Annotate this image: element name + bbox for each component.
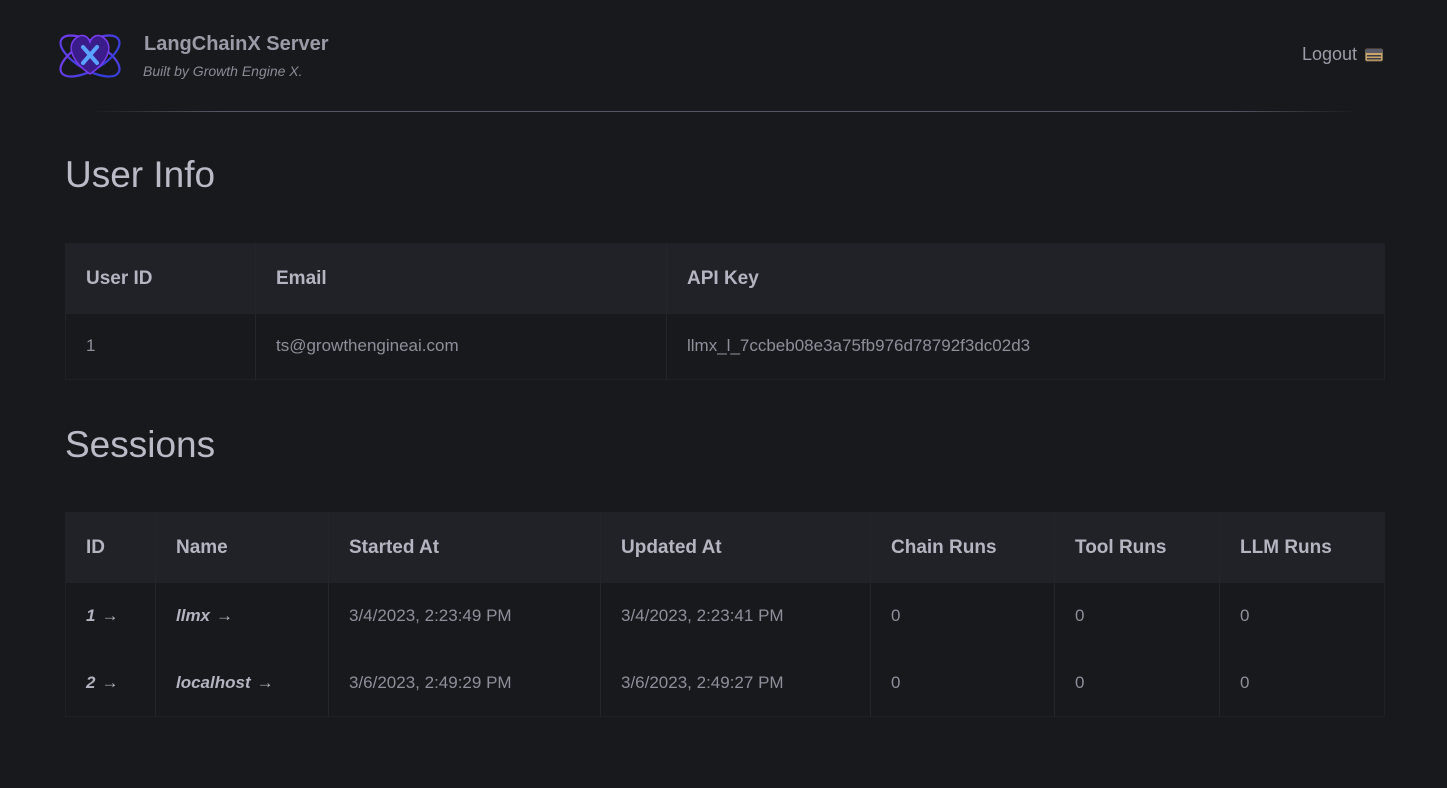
arrow-right-icon: → <box>101 606 119 625</box>
header: LangChainX Server Built by Growth Engine… <box>0 0 1447 112</box>
session-id-link[interactable]: 2 → <box>86 673 118 692</box>
updated-at-cell: 3/4/2023, 2:23:41 PM <box>600 582 871 650</box>
header-divider <box>90 111 1358 112</box>
app-subtitle: Built by Growth Engine X. <box>143 63 303 79</box>
tool-runs-cell: 0 <box>1054 582 1220 650</box>
table-row: 1 ts@growthengineai.com llmx_l_7ccbeb08e… <box>65 313 1385 380</box>
user-info-table: User ID Email API Key 1 ts@growthenginea… <box>65 243 1385 380</box>
column-header-user-id: User ID <box>65 243 256 314</box>
session-name: localhost <box>176 672 251 692</box>
column-header-name: Name <box>155 512 329 583</box>
user-info-heading: User Info <box>65 154 216 195</box>
table-header-row: ID Name Started At Updated At Chain Runs… <box>65 512 1385 583</box>
llm-runs-cell: 0 <box>1240 606 1250 625</box>
session-id-link[interactable]: 1 → <box>86 606 118 625</box>
column-header-updated-at: Updated At <box>600 512 871 583</box>
column-header-chain-runs: Chain Runs <box>870 512 1055 583</box>
llm-runs-cell: 0 <box>1240 672 1250 692</box>
started-at-cell: 3/4/2023, 2:23:49 PM <box>328 582 601 650</box>
column-header-tool-runs: Tool Runs <box>1054 512 1220 583</box>
chain-runs-cell: 0 <box>870 649 1055 717</box>
arrow-right-icon: → <box>256 672 274 692</box>
table-header-row: User ID Email API Key <box>65 243 1385 314</box>
column-header-id: ID <box>65 512 156 583</box>
email-cell: ts@growthengineai.com <box>255 313 667 380</box>
page: LangChainX Server Built by Growth Engine… <box>0 0 1447 788</box>
session-name-link[interactable]: localhost → <box>176 673 274 692</box>
tool-runs-cell: 0 <box>1054 649 1220 717</box>
column-header-api-key: API Key <box>687 267 759 289</box>
logout-button[interactable]: Logout <box>1302 44 1383 65</box>
arrow-right-icon: → <box>216 606 234 625</box>
file-cabinet-icon <box>1365 48 1383 61</box>
sessions-table: ID Name Started At Updated At Chain Runs… <box>65 512 1385 717</box>
session-id: 2 <box>86 672 96 692</box>
app-title: LangChainX Server <box>144 33 329 55</box>
user-id-cell: 1 <box>65 313 256 380</box>
column-header-email: Email <box>255 243 667 314</box>
column-header-llm-runs: LLM Runs <box>1240 536 1332 558</box>
table-row: 2 → localhost → 3/6/2023, 2:49:29 PM 3/6/2… <box>65 649 1385 717</box>
session-id: 1 <box>86 606 96 625</box>
logout-label: Logout <box>1301 44 1357 64</box>
sessions-heading: Sessions <box>65 424 216 465</box>
started-at-cell: 3/6/2023, 2:49:29 PM <box>328 649 601 717</box>
arrow-right-icon: → <box>101 672 119 692</box>
session-name-link[interactable]: llmx → <box>176 606 233 625</box>
atom-x-logo-icon[interactable] <box>54 22 126 90</box>
updated-at-cell: 3/6/2023, 2:49:27 PM <box>600 649 871 717</box>
column-header-started-at: Started At <box>328 512 601 583</box>
api-key-cell: llmx_l_7ccbeb08e3a75fb976d78792f3dc02d3 <box>687 336 1031 356</box>
table-row: 1 → llmx → 3/4/2023, 2:23:49 PM 3/4/2023, … <box>65 582 1385 650</box>
chain-runs-cell: 0 <box>870 582 1055 650</box>
session-name: llmx <box>176 606 211 625</box>
